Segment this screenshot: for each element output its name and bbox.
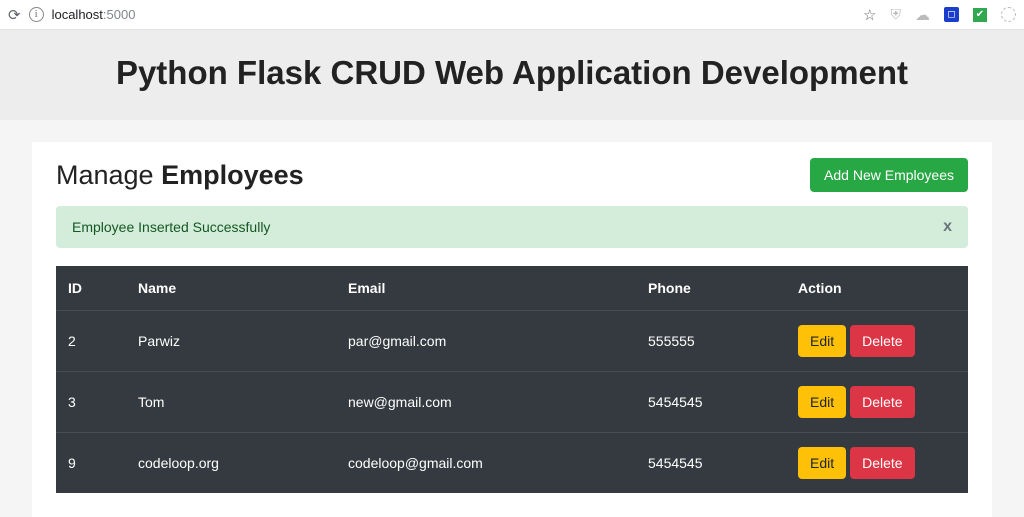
refresh-icon[interactable]: ⟳ bbox=[8, 6, 21, 24]
add-new-employees-button[interactable]: Add New Employees bbox=[810, 158, 968, 192]
browser-address-bar: ⟳ i localhost:5000 ☆ ⛨ ☁ ◻ ✔ bbox=[0, 0, 1024, 30]
delete-button[interactable]: Delete bbox=[850, 386, 914, 418]
alert-message: Employee Inserted Successfully bbox=[72, 219, 270, 235]
edit-button[interactable]: Edit bbox=[798, 447, 846, 479]
cell-phone: 555555 bbox=[636, 311, 786, 372]
page-top-bar: Manage Employees Add New Employees bbox=[56, 158, 968, 192]
col-header-phone: Phone bbox=[636, 266, 786, 311]
cell-email: new@gmail.com bbox=[336, 372, 636, 433]
edit-button[interactable]: Edit bbox=[798, 325, 846, 357]
extension-check-icon[interactable]: ✔ bbox=[973, 8, 987, 22]
extension-box-icon[interactable]: ◻ bbox=[944, 7, 959, 22]
col-header-action: Action bbox=[786, 266, 968, 311]
star-icon[interactable]: ☆ bbox=[863, 6, 876, 24]
col-header-id: ID bbox=[56, 266, 126, 311]
delete-button[interactable]: Delete bbox=[850, 447, 914, 479]
table-row: 9codeloop.orgcodeloop@gmail.com5454545Ed… bbox=[56, 433, 968, 494]
employees-table: ID Name Email Phone Action 2Parwizpar@gm… bbox=[56, 266, 968, 493]
cell-action: EditDelete bbox=[786, 372, 968, 433]
cell-name: Parwiz bbox=[126, 311, 336, 372]
section-title: Manage Employees bbox=[56, 160, 304, 191]
cell-id: 9 bbox=[56, 433, 126, 494]
cell-phone: 5454545 bbox=[636, 372, 786, 433]
close-icon[interactable]: x bbox=[943, 218, 952, 236]
cell-email: codeloop@gmail.com bbox=[336, 433, 636, 494]
profile-circle-icon[interactable] bbox=[1001, 7, 1016, 22]
cell-email: par@gmail.com bbox=[336, 311, 636, 372]
col-header-name: Name bbox=[126, 266, 336, 311]
cloud-icon[interactable]: ☁ bbox=[915, 6, 930, 24]
page-header: Python Flask CRUD Web Application Develo… bbox=[0, 30, 1024, 120]
flash-alert: Employee Inserted Successfully x bbox=[56, 206, 968, 248]
edit-button[interactable]: Edit bbox=[798, 386, 846, 418]
browser-toolbar-icons: ☆ ⛨ ☁ ◻ ✔ bbox=[863, 6, 1016, 24]
url-host: localhost bbox=[52, 7, 103, 22]
cell-action: EditDelete bbox=[786, 311, 968, 372]
section-title-prefix: Manage bbox=[56, 160, 161, 190]
delete-button[interactable]: Delete bbox=[850, 325, 914, 357]
col-header-email: Email bbox=[336, 266, 636, 311]
main-container: Manage Employees Add New Employees Emplo… bbox=[32, 142, 992, 517]
url-port: :5000 bbox=[103, 7, 136, 22]
cell-name: codeloop.org bbox=[126, 433, 336, 494]
table-row: 2Parwizpar@gmail.com555555EditDelete bbox=[56, 311, 968, 372]
url-text[interactable]: localhost:5000 bbox=[52, 7, 136, 22]
cell-action: EditDelete bbox=[786, 433, 968, 494]
table-row: 3Tomnew@gmail.com5454545EditDelete bbox=[56, 372, 968, 433]
page-title: Python Flask CRUD Web Application Develo… bbox=[10, 54, 1014, 92]
cell-phone: 5454545 bbox=[636, 433, 786, 494]
shield-icon[interactable]: ⛨ bbox=[891, 6, 902, 23]
info-icon[interactable]: i bbox=[29, 7, 44, 22]
cell-name: Tom bbox=[126, 372, 336, 433]
table-header-row: ID Name Email Phone Action bbox=[56, 266, 968, 311]
cell-id: 3 bbox=[56, 372, 126, 433]
section-title-strong: Employees bbox=[161, 160, 304, 190]
cell-id: 2 bbox=[56, 311, 126, 372]
